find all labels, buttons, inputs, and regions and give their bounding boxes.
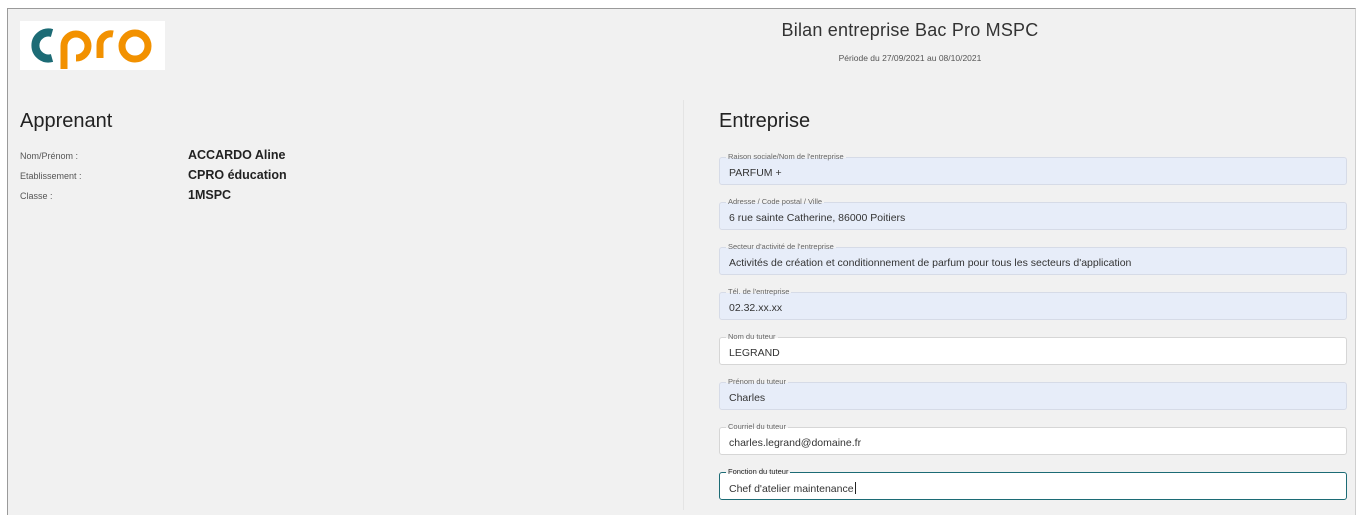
field-label: Fonction du tuteur: [726, 467, 791, 477]
field-value[interactable]: Chef d'atelier maintenance: [729, 483, 854, 495]
period-text: Période du 27/09/2021 au 08/10/2021: [838, 53, 982, 63]
apprenant-row-etablissement: Etablissement : CPRO éducation: [20, 168, 660, 188]
field-label: Courriel du tuteur: [726, 422, 788, 432]
info-value: ACCARDO Aline: [188, 148, 286, 162]
secteur-activite-field[interactable]: Secteur d'activité de l'entreprise Activ…: [719, 242, 1347, 275]
field-value-wrap[interactable]: Chef d'atelier maintenance: [729, 482, 856, 495]
field-label: Raison sociale/Nom de l'entreprise: [726, 152, 846, 162]
cpro-logo: [20, 21, 165, 70]
field-value[interactable]: LEGRAND: [729, 347, 780, 359]
field-label: Prénom du tuteur: [726, 377, 788, 387]
field-value[interactable]: PARFUM +: [729, 167, 782, 179]
prenom-tuteur-field[interactable]: Prénom du tuteur Charles: [719, 377, 1347, 410]
field-value[interactable]: 6 rue sainte Catherine, 86000 Poitiers: [729, 212, 905, 224]
info-label: Classe :: [20, 191, 53, 201]
field-label: Tél. de l'entreprise: [726, 287, 792, 297]
field-value[interactable]: Charles: [729, 392, 765, 404]
entreprise-heading: Entreprise: [719, 110, 811, 132]
page-title: Bilan entreprise Bac Pro MSPC: [781, 20, 1039, 40]
nom-tuteur-field[interactable]: Nom du tuteur LEGRAND: [719, 332, 1347, 365]
raison-sociale-field[interactable]: Raison sociale/Nom de l'entreprise PARFU…: [719, 152, 1347, 185]
info-label: Nom/Prénom :: [20, 151, 79, 161]
cpro-logo-mark: [31, 28, 152, 69]
apprenant-heading: Apprenant: [20, 110, 113, 132]
field-label: Adresse / Code postal / Ville: [726, 197, 825, 207]
apprenant-row-name: Nom/Prénom : ACCARDO Aline: [20, 148, 660, 168]
field-value[interactable]: Activités de création et conditionnement…: [729, 257, 1131, 269]
courriel-tuteur-field[interactable]: Courriel du tuteur charles.legrand@domai…: [719, 422, 1347, 455]
column-divider: [683, 100, 684, 510]
apprenant-row-classe: Classe : 1MSPC: [20, 188, 660, 208]
field-value[interactable]: 02.32.xx.xx: [729, 302, 782, 314]
info-value: CPRO éducation: [188, 168, 287, 182]
adresse-field[interactable]: Adresse / Code postal / Ville 6 rue sain…: [719, 197, 1347, 230]
field-label: Secteur d'activité de l'entreprise: [726, 242, 836, 252]
fonction-tuteur-field[interactable]: Fonction du tuteur Chef d'atelier mainte…: [719, 467, 1347, 500]
field-value[interactable]: charles.legrand@domaine.fr: [729, 437, 861, 449]
field-label: Nom du tuteur: [726, 332, 778, 342]
info-value: 1MSPC: [188, 188, 232, 202]
text-caret: [854, 482, 856, 494]
info-label: Etablissement :: [20, 171, 82, 181]
telephone-field[interactable]: Tél. de l'entreprise 02.32.xx.xx: [719, 287, 1347, 320]
